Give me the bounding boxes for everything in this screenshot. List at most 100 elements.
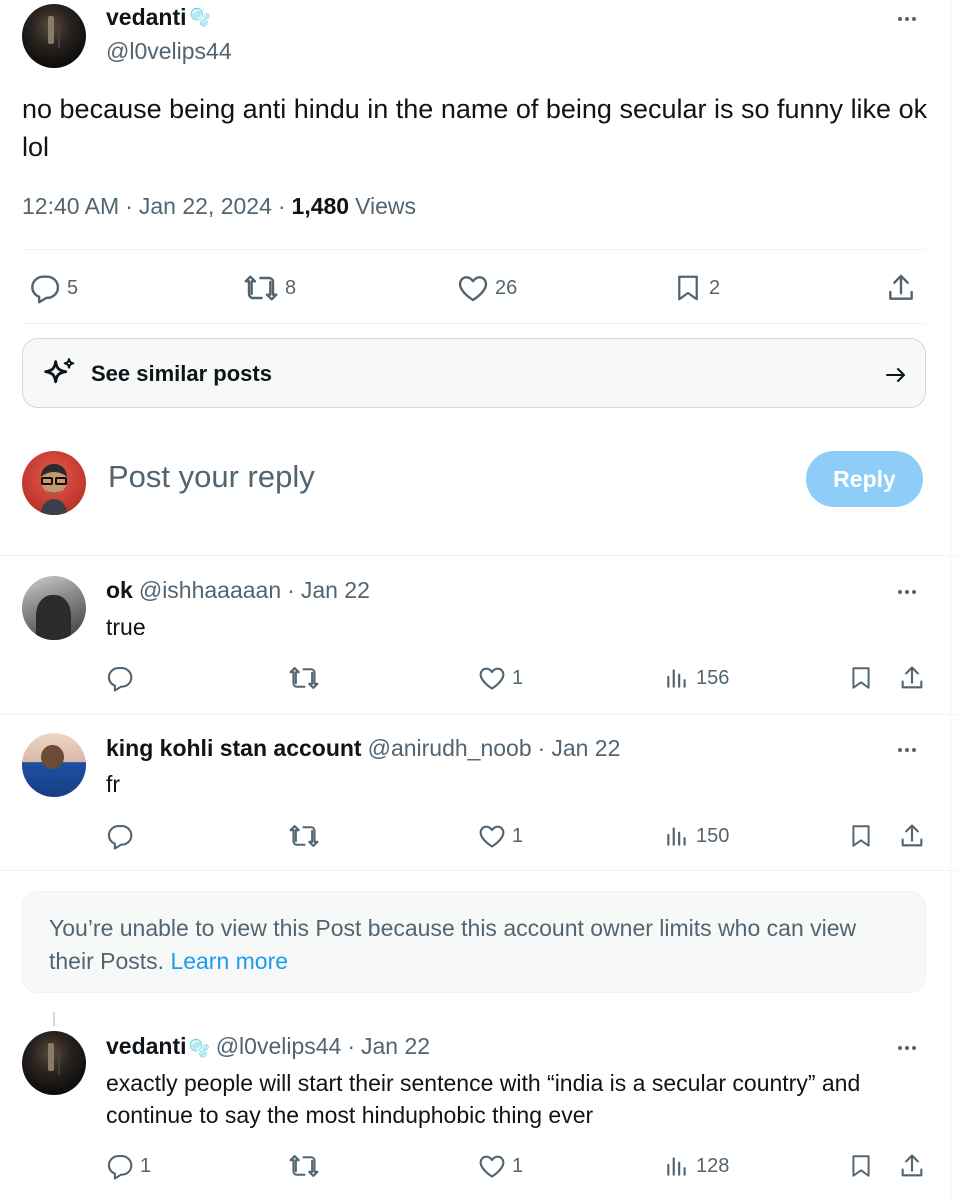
bookmark-icon bbox=[852, 1155, 870, 1177]
learn-more-link[interactable]: Learn more bbox=[170, 948, 288, 974]
repost-action[interactable] bbox=[288, 1152, 320, 1180]
author-handle[interactable]: @l0velips44 bbox=[106, 38, 232, 65]
share-icon bbox=[901, 1154, 923, 1177]
bookmark-icon bbox=[852, 667, 870, 689]
reply-icon bbox=[107, 667, 133, 692]
bookmark-icon bbox=[852, 825, 870, 847]
repost-action[interactable] bbox=[288, 822, 320, 850]
thread-line bbox=[53, 1012, 55, 1026]
my-avatar[interactable] bbox=[22, 451, 86, 515]
repost-count: 8 bbox=[285, 276, 297, 299]
reply-count: 1 bbox=[140, 1154, 152, 1177]
more-icon[interactable] bbox=[898, 590, 916, 594]
like-action[interactable]: 1 bbox=[478, 1152, 523, 1180]
meta-separator: · bbox=[537, 735, 546, 761]
reply-action[interactable]: 1 bbox=[106, 1152, 151, 1180]
share-action[interactable] bbox=[885, 272, 917, 304]
post-time[interactable]: 12:40 AM bbox=[22, 193, 119, 220]
author-name-row[interactable]: vedanti 🫧 bbox=[106, 4, 211, 31]
reply-header: vedanti 🫧 @l0velips44 · Jan 22 bbox=[106, 1033, 430, 1060]
meta-separator: · bbox=[277, 193, 286, 219]
reply-date[interactable]: Jan 22 bbox=[301, 577, 370, 604]
like-count: 26 bbox=[495, 276, 518, 299]
like-action[interactable]: 26 bbox=[457, 272, 517, 304]
bookmark-action[interactable] bbox=[848, 822, 874, 850]
bubbles-emoji: 🫧 bbox=[188, 1039, 210, 1058]
reply-handle[interactable]: @anirudh_noob bbox=[368, 735, 532, 762]
reply-input[interactable]: Post your reply bbox=[108, 459, 315, 495]
bookmark-action[interactable] bbox=[848, 1152, 874, 1180]
see-similar-posts-button[interactable]: See similar posts bbox=[22, 338, 926, 408]
divider bbox=[0, 870, 957, 871]
reply-display-name[interactable]: ok bbox=[106, 577, 133, 604]
reply-count: 5 bbox=[67, 276, 79, 299]
repost-action[interactable]: 8 bbox=[243, 272, 296, 304]
more-icon[interactable] bbox=[898, 748, 916, 752]
reply-action[interactable]: 5 bbox=[29, 272, 78, 304]
views-count: 1,480 bbox=[291, 193, 350, 219]
share-icon bbox=[901, 824, 923, 847]
views-icon bbox=[667, 827, 686, 846]
author-avatar[interactable] bbox=[22, 4, 86, 68]
sparkle-icon bbox=[44, 358, 75, 384]
share-action[interactable] bbox=[898, 1152, 926, 1180]
more-icon[interactable] bbox=[898, 1046, 916, 1050]
reply-avatar[interactable] bbox=[22, 1031, 86, 1095]
reply-action[interactable] bbox=[106, 822, 134, 850]
reply-header: king kohli stan account @anirudh_noob · … bbox=[106, 735, 620, 762]
reply-text: fr bbox=[106, 771, 121, 797]
reply-text: exactly people will start their sentence… bbox=[106, 1070, 861, 1128]
post-meta: 12:40 AM · Jan 22, 2024 · 1,480 Views bbox=[22, 193, 416, 220]
post-text: no because being anti hindu in the name … bbox=[22, 94, 928, 162]
reply-date[interactable]: Jan 22 bbox=[361, 1033, 430, 1060]
views-icon bbox=[667, 1157, 686, 1176]
views-count: 156 bbox=[696, 666, 730, 689]
views-count: 150 bbox=[696, 824, 730, 847]
like-icon bbox=[479, 667, 505, 690]
views-action[interactable]: 156 bbox=[664, 664, 729, 692]
reply-icon bbox=[31, 275, 60, 304]
repost-icon bbox=[244, 275, 278, 301]
reply-icon bbox=[107, 825, 133, 850]
arrow-right-icon bbox=[886, 368, 905, 382]
bubbles-emoji: 🫧 bbox=[189, 7, 211, 27]
like-count: 1 bbox=[512, 824, 524, 847]
like-icon bbox=[479, 825, 505, 848]
bookmark-action[interactable]: 2 bbox=[673, 272, 720, 304]
divider bbox=[0, 714, 957, 715]
post-date[interactable]: Jan 22, 2024 bbox=[139, 193, 272, 220]
see-similar-posts-label: See similar posts bbox=[91, 361, 272, 386]
divider bbox=[22, 323, 926, 324]
like-count: 1 bbox=[512, 1154, 524, 1177]
like-icon bbox=[458, 276, 488, 302]
like-icon bbox=[479, 1155, 505, 1178]
views-icon bbox=[667, 669, 686, 688]
reply-button[interactable]: Reply bbox=[806, 451, 923, 507]
share-icon bbox=[901, 666, 923, 689]
views-action[interactable]: 150 bbox=[664, 822, 729, 850]
restricted-post-notice: You’re unable to view this Post because … bbox=[22, 891, 926, 993]
reply-avatar[interactable] bbox=[22, 733, 86, 797]
reply-handle[interactable]: @ishhaaaaan bbox=[139, 577, 281, 604]
reply-icon bbox=[107, 1155, 133, 1180]
reply-display-name[interactable]: king kohli stan account bbox=[106, 735, 362, 762]
reply-display-name[interactable]: vedanti bbox=[106, 1033, 187, 1060]
like-action[interactable]: 1 bbox=[478, 822, 523, 850]
share-action[interactable] bbox=[898, 822, 926, 850]
share-icon bbox=[889, 274, 913, 300]
more-icon[interactable] bbox=[898, 17, 916, 21]
author-display-name[interactable]: vedanti bbox=[106, 4, 187, 31]
bookmark-action[interactable] bbox=[848, 664, 874, 692]
reply-date[interactable]: Jan 22 bbox=[551, 735, 620, 762]
repost-icon bbox=[289, 667, 319, 689]
views-label: Views bbox=[355, 193, 417, 219]
like-action[interactable]: 1 bbox=[478, 664, 523, 692]
reply-avatar[interactable] bbox=[22, 576, 86, 640]
views-action[interactable]: 128 bbox=[664, 1152, 729, 1180]
share-action[interactable] bbox=[898, 664, 926, 692]
reply-action[interactable] bbox=[106, 664, 134, 692]
reply-text: true bbox=[106, 614, 146, 640]
repost-action[interactable] bbox=[288, 664, 320, 692]
like-count: 1 bbox=[512, 666, 524, 689]
reply-handle[interactable]: @l0velips44 bbox=[216, 1033, 342, 1060]
